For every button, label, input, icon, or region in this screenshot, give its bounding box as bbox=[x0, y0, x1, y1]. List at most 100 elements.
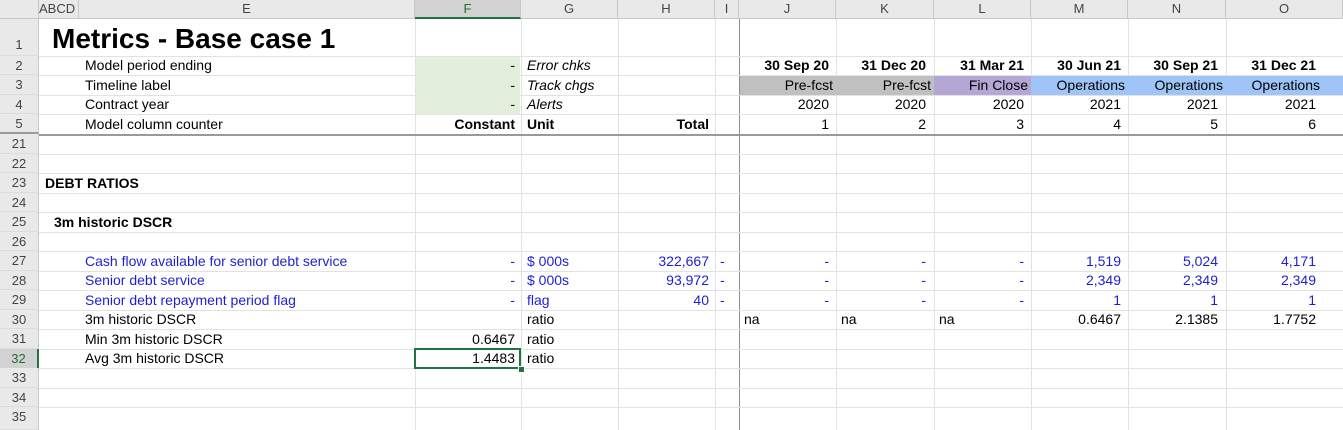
cfads-value[interactable]: 1,519 bbox=[1031, 252, 1121, 271]
col-header-abcd[interactable]: ABCD bbox=[39, 0, 79, 19]
contract-year-value[interactable]: 2021 bbox=[1128, 95, 1218, 114]
dscr-section-heading[interactable]: 3m historic DSCR bbox=[54, 213, 172, 232]
label-track-chgs[interactable]: Track chgs bbox=[527, 76, 594, 95]
fill-handle[interactable] bbox=[518, 366, 525, 373]
period-label[interactable]: Operations bbox=[1031, 76, 1125, 95]
dscr-value[interactable]: 1.7752 bbox=[1226, 310, 1316, 329]
sds-value[interactable]: - bbox=[934, 271, 1024, 290]
cfads-label[interactable]: Cash flow available for senior debt serv… bbox=[85, 252, 347, 271]
period-label[interactable]: Operations bbox=[1226, 76, 1320, 95]
col-header-f[interactable]: F bbox=[415, 0, 521, 19]
flag-value[interactable]: - bbox=[836, 291, 926, 310]
row-header-25[interactable]: 25 bbox=[0, 212, 39, 232]
period-date[interactable]: 30 Sep 20 bbox=[739, 56, 829, 75]
col-header-j[interactable]: J bbox=[739, 0, 836, 19]
col-header-k[interactable]: K bbox=[836, 0, 934, 19]
cfads-value[interactable]: - bbox=[836, 252, 926, 271]
row-header-26[interactable]: 26 bbox=[0, 232, 39, 251]
cfads-value[interactable]: - bbox=[739, 252, 829, 271]
min-dscr-unit[interactable]: ratio bbox=[527, 330, 554, 349]
corner-cell[interactable] bbox=[0, 0, 39, 19]
row-header-29[interactable]: 29 bbox=[0, 290, 39, 310]
row-header-21[interactable]: 21 bbox=[0, 134, 39, 154]
flag-i[interactable]: - bbox=[720, 291, 725, 310]
period-label[interactable]: Pre-fcst bbox=[836, 76, 931, 95]
sds-value[interactable]: - bbox=[739, 271, 829, 290]
cfads-value[interactable]: - bbox=[934, 252, 1024, 271]
col-header-o[interactable]: O bbox=[1226, 0, 1343, 19]
label-alerts[interactable]: Alerts bbox=[527, 95, 563, 114]
counter-value[interactable]: 4 bbox=[1031, 115, 1121, 134]
col-header-g[interactable]: G bbox=[521, 0, 618, 19]
debt-ratios-heading[interactable]: DEBT RATIOS bbox=[45, 174, 139, 193]
row-header-2[interactable]: 2 bbox=[0, 56, 39, 75]
col-header-n[interactable]: N bbox=[1128, 0, 1226, 19]
label-timeline[interactable]: Timeline label bbox=[85, 76, 171, 95]
sds-total[interactable]: 93,972 bbox=[618, 271, 709, 290]
period-label[interactable]: Fin Close bbox=[934, 76, 1028, 95]
sds-value[interactable]: 2,349 bbox=[1031, 271, 1121, 290]
contract-year-value[interactable]: 2020 bbox=[739, 95, 829, 114]
f4-value[interactable]: - bbox=[415, 95, 515, 114]
unit-header[interactable]: Unit bbox=[527, 115, 554, 134]
cfads-i[interactable]: - bbox=[720, 252, 725, 271]
row-header-35[interactable]: 35 bbox=[0, 407, 39, 430]
period-date[interactable]: 31 Mar 21 bbox=[934, 56, 1024, 75]
period-date[interactable]: 30 Jun 21 bbox=[1031, 56, 1121, 75]
row-header-33[interactable]: 33 bbox=[0, 368, 39, 388]
label-error-chks[interactable]: Error chks bbox=[527, 56, 591, 75]
sds-value[interactable]: 2,349 bbox=[1128, 271, 1218, 290]
period-date[interactable]: 30 Sep 21 bbox=[1128, 56, 1218, 75]
min-dscr-value[interactable]: 0.6467 bbox=[415, 330, 515, 349]
sds-unit[interactable]: $ 000s bbox=[527, 271, 569, 290]
row-header-23[interactable]: 23 bbox=[0, 173, 39, 193]
row-header-1[interactable]: 1 bbox=[0, 19, 39, 56]
dscr-unit[interactable]: ratio bbox=[527, 310, 554, 329]
cfads-value[interactable]: 4,171 bbox=[1226, 252, 1316, 271]
row-header-5[interactable]: 5 bbox=[0, 114, 39, 134]
flag-total[interactable]: 40 bbox=[618, 291, 709, 310]
contract-year-value[interactable]: 2020 bbox=[934, 95, 1024, 114]
row-header-31[interactable]: 31 bbox=[0, 329, 39, 349]
row-header-22[interactable]: 22 bbox=[0, 154, 39, 173]
counter-value[interactable]: 1 bbox=[739, 115, 829, 134]
label-contract-year[interactable]: Contract year bbox=[85, 95, 169, 114]
row-header-3[interactable]: 3 bbox=[0, 75, 39, 95]
f2-value[interactable]: - bbox=[415, 56, 515, 75]
row-header-27[interactable]: 27 bbox=[0, 251, 39, 271]
total-header[interactable]: Total bbox=[618, 115, 709, 134]
dscr-value[interactable]: na bbox=[939, 310, 955, 329]
row-header-4[interactable]: 4 bbox=[0, 95, 39, 114]
counter-value[interactable]: 2 bbox=[836, 115, 926, 134]
dscr-value[interactable]: 2.1385 bbox=[1128, 310, 1218, 329]
cfads-value[interactable]: 5,024 bbox=[1128, 252, 1218, 271]
cfads-total[interactable]: 322,667 bbox=[618, 252, 709, 271]
row-header-32[interactable]: 32 bbox=[0, 349, 39, 368]
constant-header[interactable]: Constant bbox=[415, 115, 515, 134]
col-header-e[interactable]: E bbox=[79, 0, 415, 19]
col-header-h[interactable]: H bbox=[618, 0, 715, 19]
counter-value[interactable]: 6 bbox=[1226, 115, 1316, 134]
flag-value[interactable]: 1 bbox=[1226, 291, 1316, 310]
col-header-l[interactable]: L bbox=[934, 0, 1031, 19]
counter-value[interactable]: 3 bbox=[934, 115, 1024, 134]
flag-value[interactable]: - bbox=[739, 291, 829, 310]
row-header-30[interactable]: 30 bbox=[0, 310, 39, 329]
avg-dscr-value[interactable]: 1.4483 bbox=[415, 349, 515, 368]
col-header-m[interactable]: M bbox=[1031, 0, 1128, 19]
col-header-i[interactable]: I bbox=[715, 0, 739, 19]
period-date[interactable]: 31 Dec 21 bbox=[1226, 56, 1316, 75]
min-dscr-label[interactable]: Min 3m historic DSCR bbox=[85, 330, 223, 349]
dscr-value[interactable]: na bbox=[744, 310, 760, 329]
period-label[interactable]: Operations bbox=[1128, 76, 1223, 95]
sds-f[interactable]: - bbox=[415, 271, 515, 290]
contract-year-value[interactable]: 2021 bbox=[1226, 95, 1316, 114]
cfads-f[interactable]: - bbox=[415, 252, 515, 271]
avg-dscr-label[interactable]: Avg 3m historic DSCR bbox=[85, 349, 224, 368]
flag-label[interactable]: Senior debt repayment period flag bbox=[85, 291, 296, 310]
row-header-28[interactable]: 28 bbox=[0, 271, 39, 290]
contract-year-value[interactable]: 2020 bbox=[836, 95, 926, 114]
cfads-unit[interactable]: $ 000s bbox=[527, 252, 569, 271]
counter-value[interactable]: 5 bbox=[1128, 115, 1218, 134]
flag-value[interactable]: - bbox=[934, 291, 1024, 310]
